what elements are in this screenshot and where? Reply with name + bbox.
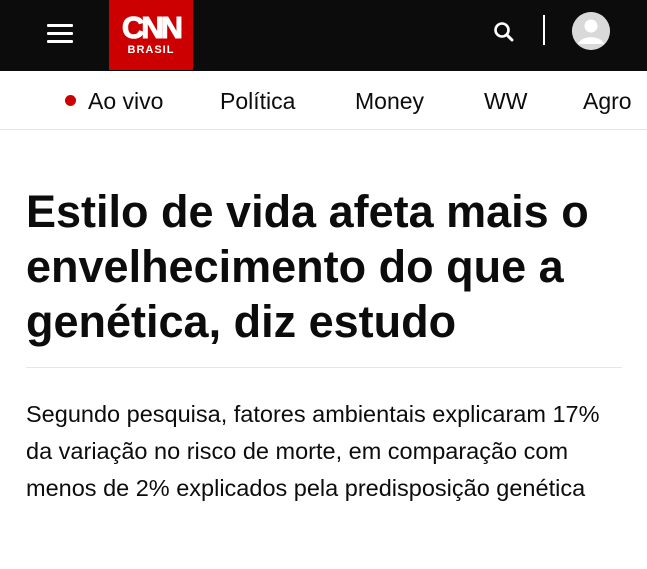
nav-item-agro[interactable]: Agro [583, 88, 632, 115]
headline-divider [26, 367, 622, 368]
nav-item-money[interactable]: Money [355, 88, 424, 115]
article-headline: Estilo de vida afeta mais o envelhecimen… [26, 186, 589, 347]
logo-mark: CNN [121, 10, 183, 45]
menu-icon[interactable] [44, 22, 76, 46]
user-avatar-icon[interactable] [572, 12, 610, 50]
cnn-brasil-logo[interactable]: CNN BRASIL [109, 0, 193, 70]
header-divider [543, 15, 545, 45]
search-icon[interactable] [490, 18, 520, 48]
live-indicator-icon [65, 95, 76, 106]
top-bar: CNN BRASIL [0, 0, 647, 71]
article-subheadline: Segundo pesquisa, fatores ambientais exp… [26, 401, 600, 501]
logo-edition: BRASIL [127, 44, 175, 56]
nav-item-politica[interactable]: Política [220, 88, 295, 115]
nav-item-ao-vivo[interactable]: Ao vivo [88, 88, 163, 115]
section-nav: Ao vivo Política Money WW Agro [0, 71, 647, 130]
nav-item-ww[interactable]: WW [484, 88, 527, 115]
